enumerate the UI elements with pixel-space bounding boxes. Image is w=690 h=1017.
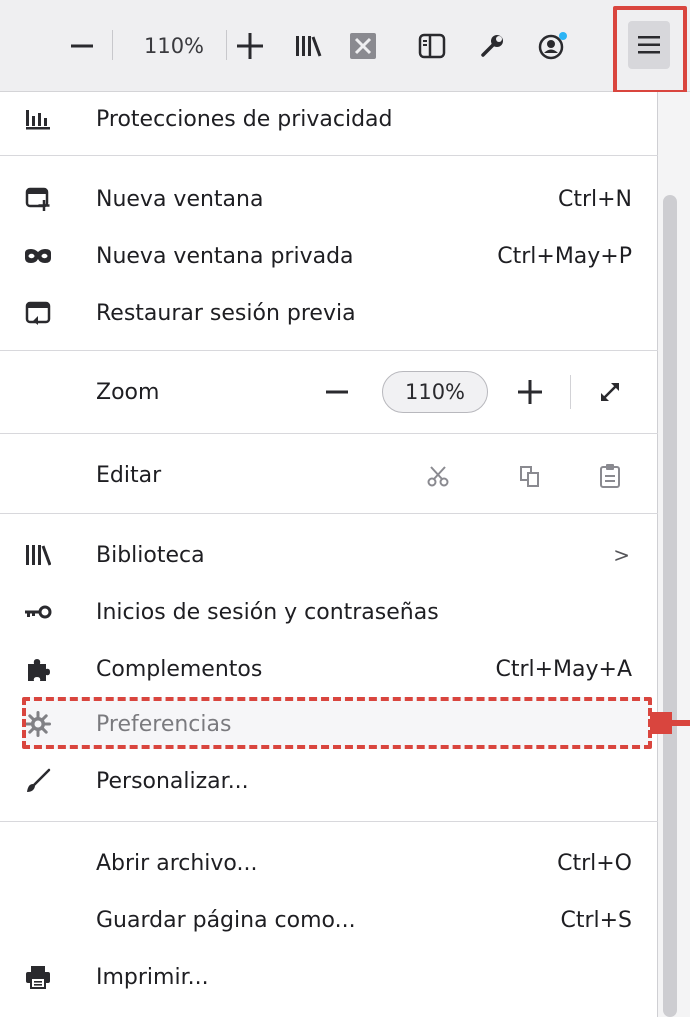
zoom-reset-button[interactable]: 110% [124, 16, 224, 76]
zoom-level-label: 110% [143, 34, 205, 58]
menu-item-library[interactable]: Biblioteca > [0, 528, 658, 582]
cut-button[interactable] [424, 462, 452, 490]
paste-button[interactable] [596, 462, 624, 490]
brush-icon [24, 767, 52, 795]
menu-item-label: Nueva ventana privada [96, 243, 354, 269]
menu-item-zoom: Zoom 110% [0, 365, 658, 419]
menu-item-label: Complementos [96, 656, 263, 682]
menu-item-new-window[interactable]: Nueva ventana Ctrl+N [0, 172, 658, 226]
plus-icon [518, 380, 542, 404]
printer-icon [24, 963, 52, 991]
plus-icon [237, 33, 263, 59]
app-menu-panel: Protecciones de privacidad Nueva ventana… [0, 92, 658, 1017]
menu-item-addons[interactable]: Complementos Ctrl+May+A [0, 642, 658, 696]
menu-item-save-page[interactable]: Guardar página como... Ctrl+S [0, 893, 658, 947]
clipboard-icon [600, 464, 620, 488]
menu-item-edit: Editar [0, 448, 658, 502]
menu-item-label: Restaurar sesión previa [96, 300, 356, 326]
fullscreen-icon [601, 383, 619, 401]
menu-item-label: Guardar página como... [96, 907, 356, 933]
menu-divider [0, 821, 658, 822]
zoom-reset-button[interactable]: 110% [382, 371, 488, 413]
zoom-value: 110% [404, 380, 466, 404]
menu-item-label: Nueva ventana [96, 186, 264, 212]
zoom-out-button[interactable] [60, 16, 104, 76]
x-box-icon [350, 33, 376, 59]
menu-item-restore-session[interactable]: Restaurar sesión previa [0, 286, 658, 340]
browser-toolbar: 110% [0, 0, 690, 92]
shortcut-label: Ctrl+S [560, 907, 632, 933]
menu-item-logins[interactable]: Inicios de sesión y contraseñas [0, 585, 658, 639]
mask-icon [24, 242, 52, 270]
chevron-right-icon: > [613, 543, 630, 567]
menu-item-label: Personalizar... [96, 768, 249, 794]
minus-icon [71, 44, 93, 48]
zoom-out-button[interactable] [322, 377, 352, 407]
devtools-button[interactable] [470, 16, 514, 76]
menu-item-privacy[interactable]: Protecciones de privacidad [0, 92, 658, 146]
menu-item-label: Imprimir... [96, 964, 209, 990]
extension-button[interactable] [340, 16, 386, 76]
preferences-highlight [22, 697, 652, 749]
menu-item-label: Biblioteca [96, 542, 205, 568]
shortcut-label: Ctrl+O [557, 850, 632, 876]
menu-divider [0, 155, 658, 156]
menu-item-open-file[interactable]: Abrir archivo... Ctrl+O [0, 836, 658, 890]
key-icon [24, 598, 52, 626]
zoom-in-button[interactable] [228, 16, 272, 76]
copy-icon [520, 466, 539, 487]
copy-button[interactable] [516, 462, 544, 490]
menu-button-highlight [613, 6, 687, 94]
library-button[interactable] [286, 16, 330, 76]
zoom-separator [570, 375, 571, 409]
restore-icon [24, 299, 52, 327]
menu-item-label: Abrir archivo... [96, 850, 258, 876]
callout-line [668, 720, 690, 726]
fullscreen-button[interactable] [594, 377, 626, 407]
menu-item-label: Editar [96, 462, 162, 488]
toolbar-separator [112, 30, 113, 60]
menu-item-label: Zoom [96, 379, 160, 405]
zoom-in-button[interactable] [514, 377, 546, 407]
menu-scrollbar-thumb[interactable] [663, 195, 677, 1017]
new-window-icon [24, 185, 52, 213]
menu-item-private-window[interactable]: Nueva ventana privada Ctrl+May+P [0, 229, 658, 283]
shortcut-label: Ctrl+May+P [497, 243, 632, 269]
library-icon [24, 541, 52, 569]
sidebar-button[interactable] [410, 16, 454, 76]
sidebar-icon [418, 33, 446, 59]
minus-icon [326, 390, 348, 394]
menu-item-print[interactable]: Imprimir... [0, 950, 658, 1004]
account-button[interactable] [528, 16, 578, 76]
toolbar-separator [226, 30, 227, 60]
shortcut-label: Ctrl+May+A [495, 656, 632, 682]
menu-item-label: Protecciones de privacidad [96, 106, 393, 132]
puzzle-icon [24, 655, 52, 683]
library-icon [296, 36, 322, 57]
menu-divider [0, 513, 658, 514]
wrench-icon [481, 35, 503, 57]
menu-item-label: Inicios de sesión y contraseñas [96, 599, 439, 625]
account-icon [538, 32, 567, 60]
shortcut-label: Ctrl+N [557, 186, 632, 212]
menu-divider [0, 433, 658, 434]
menu-divider [0, 350, 658, 351]
menu-item-customize[interactable]: Personalizar... [0, 754, 658, 808]
privacy-chart-icon [24, 105, 52, 133]
scissors-icon [427, 466, 449, 487]
